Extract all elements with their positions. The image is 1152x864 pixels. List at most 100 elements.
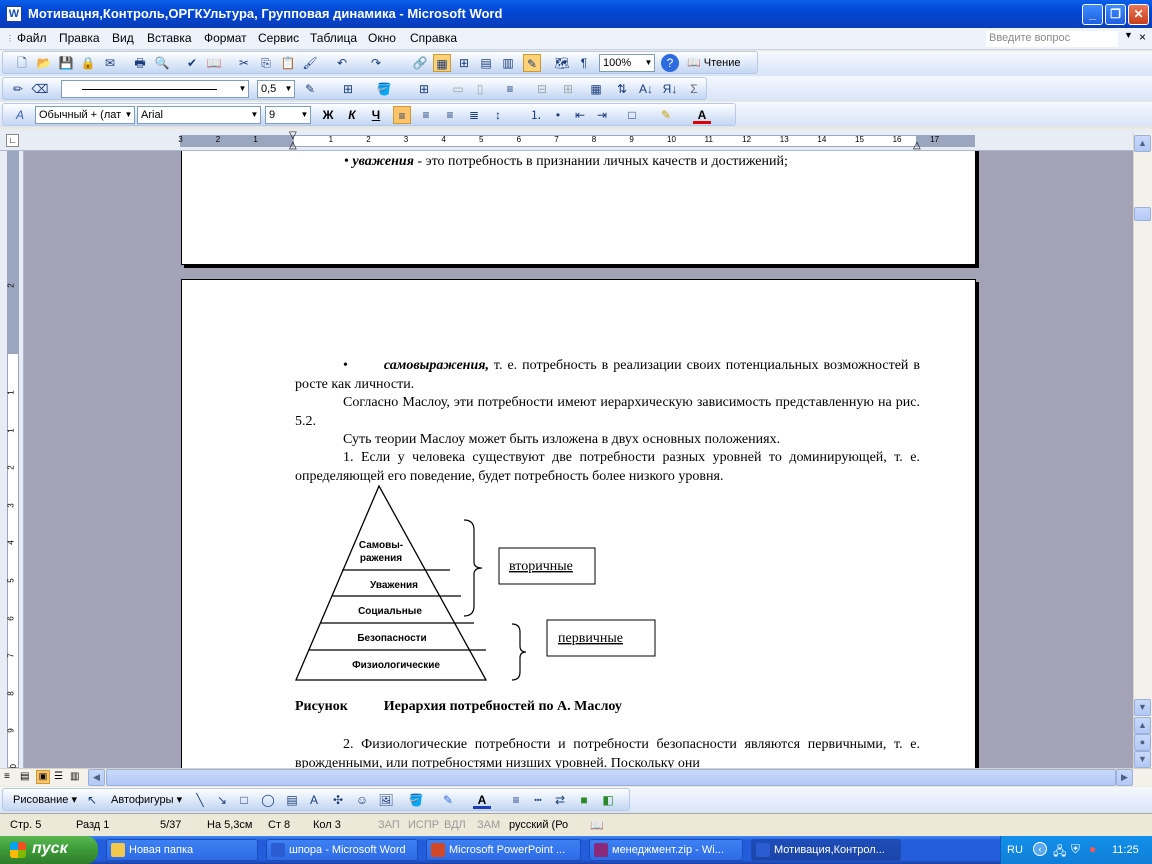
taskbar-task[interactable]: Новая папка	[106, 839, 258, 861]
wordart-icon[interactable]: A	[305, 791, 323, 809]
open-icon[interactable]: 📂	[35, 54, 53, 72]
select-objects-icon[interactable]: ↖	[83, 791, 101, 809]
antivirus-icon[interactable]: ●	[1089, 842, 1096, 856]
align-icon[interactable]: ≡	[501, 80, 519, 98]
status-ext[interactable]: ВДЛ	[444, 819, 466, 831]
help-icon[interactable]: ?	[661, 54, 679, 72]
align-center-icon[interactable]: ≡	[417, 106, 435, 124]
hyperlink-icon[interactable]: 🔗	[411, 54, 429, 72]
draw-table-icon[interactable]: ✏	[9, 80, 27, 98]
fill-color-icon[interactable]: 🪣	[407, 791, 425, 809]
document-area[interactable]: • уважения - это потребность в признании…	[24, 151, 1133, 768]
bold-button[interactable]: Ж	[319, 106, 337, 124]
maximize-button[interactable]: ❐	[1105, 4, 1126, 25]
scroll-thumb[interactable]	[1134, 207, 1151, 221]
tray-collapse-icon[interactable]: ‹	[1033, 842, 1047, 856]
scroll-down-icon[interactable]: ▼	[1134, 699, 1151, 716]
outside-border-icon[interactable]: □	[623, 106, 641, 124]
reading-view-icon[interactable]: ▥	[70, 771, 79, 782]
save-icon[interactable]: 💾	[57, 54, 75, 72]
permission-icon[interactable]: 🔒	[79, 54, 97, 72]
align-left-icon[interactable]: ≡	[393, 106, 411, 124]
vertical-ruler[interactable]: 2112345678910	[0, 151, 24, 773]
menu-insert[interactable]: Вставка	[147, 31, 192, 45]
numbering-icon[interactable]: ⒈	[527, 106, 545, 124]
scroll-up-icon[interactable]: ▲	[1134, 135, 1151, 152]
taskbar-task[interactable]: Microsoft PowerPoint ...	[426, 839, 581, 861]
bullets-icon[interactable]: •	[549, 106, 567, 124]
close-button[interactable]: ✕	[1128, 4, 1149, 25]
research-icon[interactable]: 📖	[205, 54, 223, 72]
pyramid-diagram[interactable]: Самовы- ражения Уважения Социальные Безо…	[292, 484, 672, 684]
clock[interactable]: 11:25	[1112, 844, 1139, 856]
menu-format[interactable]: Формат	[204, 31, 247, 45]
tables-borders-icon[interactable]: ▦	[433, 54, 451, 72]
email-icon[interactable]: ✉	[101, 54, 119, 72]
autosum-icon[interactable]: Σ	[685, 80, 703, 98]
menu-file[interactable]: Файл	[17, 31, 47, 45]
browse-object-icon[interactable]: ●	[1134, 734, 1151, 751]
line-weight-select[interactable]: 0,5 ▼	[257, 80, 295, 98]
print-preview-icon[interactable]: 🔍	[153, 54, 171, 72]
spelling-status-icon[interactable]: 📖	[590, 819, 604, 832]
horizontal-ruler[interactable]: ∟ 3 2 1 1 2 3 4 5 6 7 8 9 10 11 12 13 14 15 16 17 ▽ △ △	[0, 129, 1152, 151]
dash-style-icon[interactable]: ┅	[529, 791, 547, 809]
horizontal-scrollbar[interactable]: ≡ ▤ ▣ ☰ ▥ ◀ ▶	[0, 768, 1152, 786]
minimize-button[interactable]: _	[1082, 4, 1103, 25]
language-indicator[interactable]: RU	[1007, 844, 1023, 856]
vertical-scrollbar[interactable]: ▲ ▼ ▲ ● ▼	[1133, 133, 1152, 768]
line-icon[interactable]: ╲	[191, 791, 209, 809]
scroll-right-icon[interactable]: ▶	[1116, 769, 1133, 786]
scroll-left-icon[interactable]: ◀	[88, 769, 105, 786]
columns-icon[interactable]: ▥	[499, 54, 517, 72]
line-style-icon[interactable]: ≡	[507, 791, 525, 809]
decrease-indent-icon[interactable]: ⇤	[571, 106, 589, 124]
format-painter-icon[interactable]: 🖌	[301, 54, 319, 72]
line-color-icon[interactable]: ✎	[439, 791, 457, 809]
left-indent-marker[interactable]: △	[289, 140, 297, 151]
menu-help[interactable]: Справка	[410, 31, 457, 45]
merge-cells-icon[interactable]: ▭	[449, 80, 467, 98]
ask-dropdown-icon[interactable]: ▼	[1124, 30, 1133, 40]
next-page-icon[interactable]: ▼	[1134, 751, 1151, 768]
autoformat-icon[interactable]: ▦	[587, 80, 605, 98]
increase-indent-icon[interactable]: ⇥	[593, 106, 611, 124]
cut-icon[interactable]: ✂	[235, 54, 253, 72]
word-icon[interactable]: W	[6, 6, 22, 22]
distribute-rows-icon[interactable]: ⊟	[533, 80, 551, 98]
arrow-icon[interactable]: ↘	[213, 791, 231, 809]
network-icon[interactable]: 🖧	[1053, 842, 1066, 863]
eraser-icon[interactable]: ⌫	[31, 80, 49, 98]
font-color-icon[interactable]: A	[693, 106, 711, 124]
underline-button[interactable]: Ч	[367, 106, 385, 124]
menu-window[interactable]: Окно	[368, 31, 396, 45]
right-indent-marker[interactable]: △	[913, 140, 921, 151]
border-color-icon[interactable]: ✎	[301, 80, 319, 98]
horizontal-scroll-thumb[interactable]	[106, 769, 1116, 786]
outline-view-icon[interactable]: ☰	[54, 771, 63, 782]
borders-icon[interactable]: ⊞	[339, 80, 357, 98]
ask-question-input[interactable]: Введите вопрос	[986, 31, 1118, 47]
insert-table-icon[interactable]: ⊞	[455, 54, 473, 72]
security-icon[interactable]: ⛨	[1071, 842, 1080, 857]
menu-table[interactable]: Таблица	[310, 31, 357, 45]
status-rec[interactable]: ЗАП	[378, 819, 400, 831]
taskbar-task[interactable]: Мотивация,Контрол...	[751, 839, 901, 861]
status-ovr[interactable]: ЗАМ	[477, 819, 500, 831]
sort-asc-icon[interactable]: A↓	[637, 80, 655, 98]
distribute-cols-icon[interactable]: ⊞	[559, 80, 577, 98]
style-select[interactable]: Обычный + (лат ▼	[35, 106, 135, 124]
diagram-icon[interactable]: ✣	[329, 791, 347, 809]
menu-edit[interactable]: Правка	[59, 31, 100, 45]
copy-icon[interactable]: ⎘	[257, 54, 275, 72]
italic-button[interactable]: К	[343, 106, 361, 124]
line-spacing-icon[interactable]: ↕	[489, 106, 507, 124]
zoom-select[interactable]: 100% ▼	[599, 54, 655, 72]
doc-close-icon[interactable]: ×	[1139, 30, 1146, 44]
start-button[interactable]: пуск	[0, 836, 98, 864]
shading-icon[interactable]: 🪣	[375, 80, 393, 98]
document-map-icon[interactable]: 🗺	[553, 54, 571, 72]
align-right-icon[interactable]: ≡	[441, 106, 459, 124]
paste-icon[interactable]: 📋	[279, 54, 297, 72]
drawing-icon[interactable]: ✎	[523, 54, 541, 72]
